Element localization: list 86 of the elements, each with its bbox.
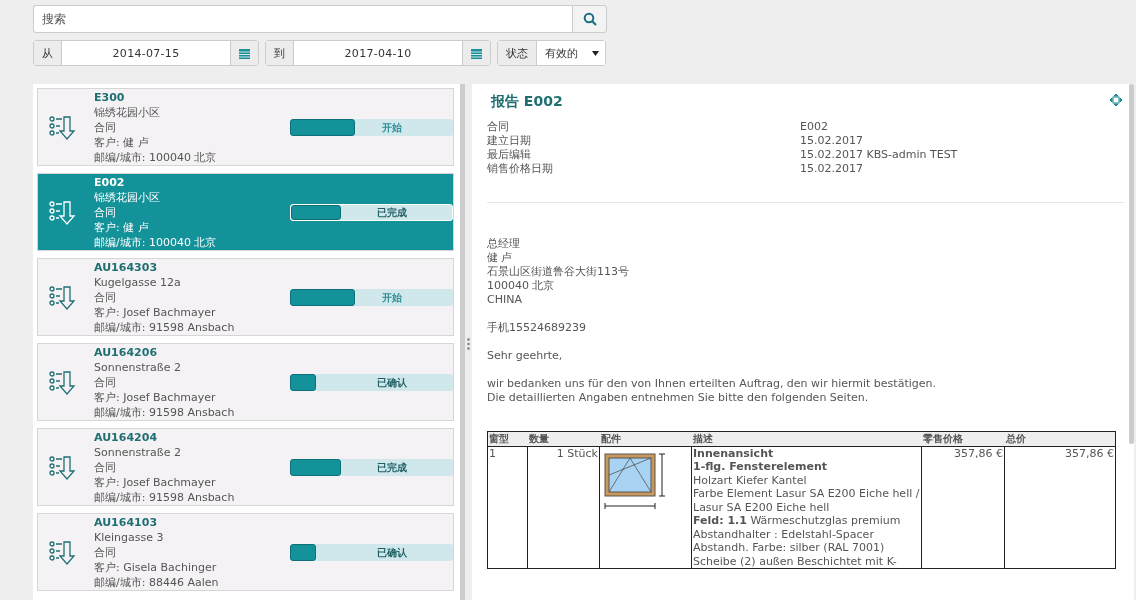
address-line: CHINA (487, 293, 523, 307)
order-number: AU164206 (94, 344, 159, 360)
address-line: 100040 北京 (487, 279, 556, 293)
splitter-handle-icon[interactable] (467, 338, 470, 350)
window-drawing (604, 452, 666, 511)
status-label: 开始 (380, 120, 403, 135)
phone-number: 手机15524689239 (487, 321, 586, 334)
column-header: 数量 (527, 431, 600, 446)
order-customer: 客户: Josef Bachmayer (94, 304, 217, 320)
search-button[interactable] (572, 5, 607, 33)
order-card[interactable]: E002 锦绣花园小区 合同 客户: 健 卢 邮编/城市: 100040 北京 已完成 (37, 173, 454, 251)
letter-text: Die detaillierten Angaben entnehmen Sie bitte den folgenden Seiten. (487, 391, 870, 405)
order-type: 合同 (94, 119, 117, 135)
order-number: E300 (94, 89, 126, 105)
order-city: 邮编/城市: 91598 Ansbach (94, 404, 236, 420)
order-address: Sonnenstraße 2 (94, 444, 182, 460)
table-cell: 1 Stück (556, 446, 598, 460)
order-address: Kleingasse 3 (94, 529, 165, 545)
status-label: 已完成 (375, 460, 408, 475)
address-line: 石景山区街道鲁谷大街113号 (487, 265, 630, 279)
address-line: 总经理 (487, 237, 521, 251)
order-city: 邮编/城市: 91598 Ansbach (94, 489, 236, 505)
table-cell: 357,86 € (954, 446, 1003, 460)
order-number: AU164303 (94, 259, 159, 275)
meta-label: 合同 (487, 120, 510, 134)
order-card[interactable]: AU164206 Sonnenstraße 2 合同 客户: Josef Bachmayer 邮编/城市: 91598 Ansbach 已确认 (37, 343, 454, 421)
scrollbar[interactable] (1129, 84, 1134, 444)
column-header: 配件 (599, 431, 692, 446)
order-card[interactable]: AU164303 Kugelgasse 12a 合同 客户: Josef Bachmayer 邮编/城市: 91598 Ansbach 开始 (37, 258, 454, 336)
order-customer: 客户: Gisela Bachinger (94, 559, 218, 575)
list-download-icon (48, 368, 76, 396)
list-download-icon (48, 538, 76, 566)
order-customer: 客户: Josef Bachmayer (94, 474, 217, 490)
order-address: Sonnenstraße 2 (94, 359, 182, 375)
column-header: 零售价格 (921, 431, 1005, 446)
list-download-icon (48, 453, 76, 481)
expand-icon[interactable] (1110, 94, 1122, 106)
status-label: 已完成 (375, 205, 408, 220)
column-header: 总价 (1004, 431, 1116, 446)
order-number: AU164204 (94, 429, 159, 445)
caret-icon (592, 50, 599, 56)
order-city: 邮编/城市: 91598 Ansbach (94, 319, 236, 335)
order-customer: 客户: Josef Bachmayer (94, 389, 217, 405)
description-text: Innenansicht 1-flg. Fensterelement Holzart Kiefer Kantel Farbe Element Lasur SA E200 Eiche hell / Lasur SA E200 Eiche hell Feld: 1.1 Wärmeschutzglas premium Abstandhalter : Edelstahl-Spacer Abstandh. Farbe: silber (RAL 7001) Scheibe (2) außen Beschichtet mit K- (693, 446, 920, 568)
order-type: 合同 (94, 374, 117, 390)
meta-value: 15.02.2017 KBS-admin TEST (800, 148, 959, 162)
status-label: 已确认 (375, 375, 408, 390)
order-number: AU164103 (94, 514, 159, 530)
order-customer: 客户: 健 卢 (94, 134, 150, 150)
list-download-icon (48, 283, 76, 311)
column-header: 描述 (691, 431, 922, 446)
letter-text: wir bedanken uns für den von Ihnen erteilten Auftrag, den wir hiermit bestätigen. (487, 377, 937, 391)
meta-label: 建立日期 (487, 134, 532, 148)
greeting-text: Sehr geehrte, (487, 349, 563, 362)
address-line: 健 卢 (487, 251, 514, 265)
meta-value: 15.02.2017 (800, 162, 864, 176)
table-cell: 1 (489, 446, 496, 460)
meta-value: 15.02.2017 (800, 134, 864, 148)
order-number: E002 (94, 174, 126, 190)
status-label: 状态 (498, 41, 537, 65)
status-label: 已确认 (375, 545, 408, 560)
status-label: 开始 (380, 290, 403, 305)
table-cell: 357,86 € (1065, 446, 1114, 460)
meta-label: 最后编辑 (487, 148, 532, 162)
order-type: 合同 (94, 544, 117, 560)
order-type: 合同 (94, 204, 117, 220)
order-city: 邮编/城市: 100040 北京 (94, 234, 218, 250)
order-address: Kugelgasse 12a (94, 274, 182, 290)
search-icon (582, 12, 597, 26)
order-address: 锦绣花园小区 (94, 189, 161, 205)
order-card[interactable]: E300 锦绣花园小区 合同 客户: 健 卢 邮编/城市: 100040 北京 开始 (37, 88, 454, 166)
order-type: 合同 (94, 289, 117, 305)
order-card[interactable]: AU164103 Kleingasse 3 合同 客户: Gisela Bachinger 邮编/城市: 88446 Aalen 已确认 (37, 513, 454, 591)
report-title: 报告 E002 (491, 94, 563, 108)
order-card[interactable]: AU164204 Sonnenstraße 2 合同 客户: Josef Bachmayer 邮编/城市: 91598 Ansbach 已完成 (37, 428, 454, 506)
order-city: 邮编/城市: 100040 北京 (94, 149, 218, 165)
order-type: 合同 (94, 459, 117, 475)
order-address: 锦绣花园小区 (94, 104, 161, 120)
search-field[interactable]: 搜索 (33, 5, 572, 33)
order-customer: 客户: 健 卢 (94, 219, 150, 235)
meta-value: E002 (800, 120, 829, 134)
list-download-icon (48, 198, 76, 226)
list-download-icon (48, 113, 76, 141)
order-city: 邮编/城市: 88446 Aalen (94, 574, 220, 590)
column-header: 窗型 (487, 431, 528, 446)
meta-label: 销售价格日期 (487, 162, 554, 176)
